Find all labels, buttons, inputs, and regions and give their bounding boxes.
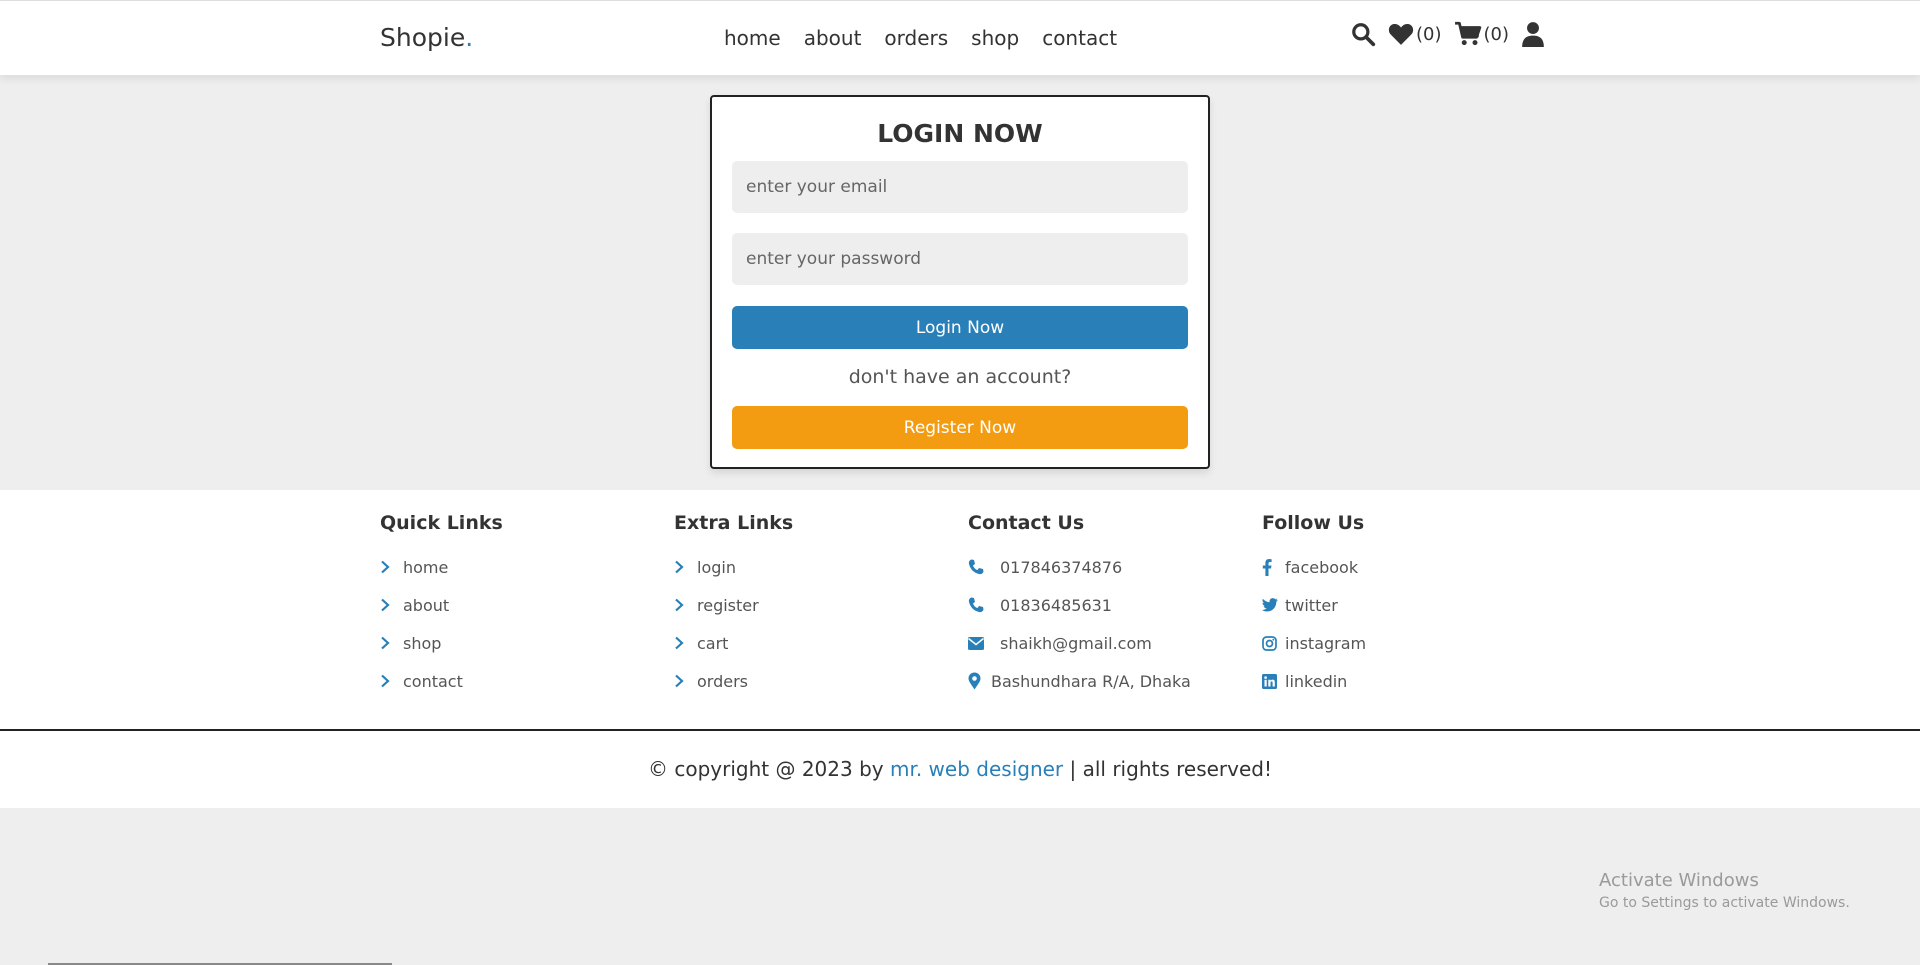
social-label: instagram xyxy=(1285,633,1367,653)
envelope-icon xyxy=(968,636,1000,650)
contact-phone-1[interactable]: 017846374876 xyxy=(968,548,1248,586)
search-icon xyxy=(1352,23,1376,47)
extra-links: Extra Links login register cart orders xyxy=(674,512,954,700)
extra-links-title: Extra Links xyxy=(674,512,794,534)
cart-count: (0) xyxy=(1483,23,1510,45)
contact-phone-text: 01836485631 xyxy=(1000,595,1112,615)
instagram-icon xyxy=(1262,635,1285,651)
register-button[interactable]: Register Now xyxy=(732,406,1188,449)
chevron-right-icon xyxy=(674,636,697,650)
footer-link-label: orders xyxy=(697,671,748,691)
cart-button[interactable]: (0) xyxy=(1454,21,1510,47)
footer-link-label: home xyxy=(403,557,449,577)
wishlist-button[interactable]: (0) xyxy=(1388,22,1442,46)
user-button[interactable] xyxy=(1521,21,1545,47)
social-instagram[interactable]: instagram xyxy=(1262,624,1542,662)
copyright-author-link[interactable]: mr. web designer xyxy=(890,757,1063,781)
header: Shopie. home about orders shop contact (… xyxy=(0,0,1920,75)
social-label: twitter xyxy=(1285,595,1338,615)
contact-phone-2[interactable]: 01836485631 xyxy=(968,586,1248,624)
logo[interactable]: Shopie. xyxy=(380,23,473,52)
footer-link-about[interactable]: about xyxy=(380,586,660,624)
phone-icon xyxy=(968,597,1000,613)
follow-us: Follow Us facebook twitter instagram lin… xyxy=(1262,512,1542,700)
chevron-right-icon xyxy=(674,560,697,574)
footer-link-label: login xyxy=(697,557,736,577)
watermark-title: Activate Windows xyxy=(1599,870,1759,891)
footer-link-label: about xyxy=(403,595,450,615)
footer-link-cart[interactable]: cart xyxy=(674,624,954,662)
social-label: linkedin xyxy=(1285,671,1348,691)
login-button[interactable]: Login Now xyxy=(732,306,1188,349)
chevron-right-icon xyxy=(380,560,403,574)
footer-link-contact[interactable]: contact xyxy=(380,662,660,700)
chevron-right-icon xyxy=(380,598,403,612)
twitter-icon xyxy=(1262,598,1285,612)
main-nav: home about orders shop contact xyxy=(724,26,1117,50)
login-form: LOGIN NOW Login Now don't have an accoun… xyxy=(710,95,1210,469)
contact-email[interactable]: shaikh@gmail.com xyxy=(968,624,1248,662)
footer-link-home[interactable]: home xyxy=(380,548,660,586)
watermark-subtitle: Go to Settings to activate Windows. xyxy=(1599,895,1850,911)
linkedin-icon xyxy=(1262,673,1285,689)
nav-shop[interactable]: shop xyxy=(971,26,1019,50)
social-facebook[interactable]: facebook xyxy=(1262,548,1542,586)
chevron-right-icon xyxy=(380,674,403,688)
nav-home[interactable]: home xyxy=(724,26,781,50)
logo-dot: . xyxy=(465,23,474,52)
contact-us: Contact Us 017846374876 01836485631 shai… xyxy=(968,512,1248,700)
footer-link-orders[interactable]: orders xyxy=(674,662,954,700)
email-field[interactable] xyxy=(732,161,1188,213)
heart-icon xyxy=(1388,23,1414,45)
chevron-right-icon xyxy=(674,674,697,688)
no-account-text: don't have an account? xyxy=(848,366,1072,388)
password-field[interactable] xyxy=(732,233,1188,285)
nav-about[interactable]: about xyxy=(804,26,862,50)
social-linkedin[interactable]: linkedin xyxy=(1262,662,1542,700)
wishlist-count: (0) xyxy=(1416,23,1442,45)
footer-link-label: shop xyxy=(403,633,442,653)
contact-address-text: Bashundhara R/A, Dhaka xyxy=(991,671,1191,691)
nav-orders[interactable]: orders xyxy=(884,26,948,50)
login-title: LOGIN NOW xyxy=(877,119,1043,148)
facebook-icon xyxy=(1262,558,1285,576)
user-icon xyxy=(1522,22,1544,47)
copyright-prefix: © copyright @ 2023 by xyxy=(647,757,884,781)
phone-icon xyxy=(968,559,1000,575)
map-marker-icon xyxy=(968,672,991,690)
footer-link-register[interactable]: register xyxy=(674,586,954,624)
contact-address[interactable]: Bashundhara R/A, Dhaka xyxy=(968,662,1248,700)
footer-link-login[interactable]: login xyxy=(674,548,954,586)
contact-title: Contact Us xyxy=(968,512,1085,534)
footer-link-label: register xyxy=(697,595,759,615)
logo-text: Shopie xyxy=(380,23,466,52)
footer: Quick Links home about shop contact Extr… xyxy=(0,490,1920,808)
cart-icon xyxy=(1454,21,1481,46)
copyright: © copyright @ 2023 by mr. web designer |… xyxy=(0,757,1920,781)
footer-divider xyxy=(0,729,1920,731)
chevron-right-icon xyxy=(674,598,697,612)
chevron-right-icon xyxy=(380,636,403,650)
footer-link-label: cart xyxy=(697,633,729,653)
quick-links: Quick Links home about shop contact xyxy=(380,512,660,700)
footer-link-shop[interactable]: shop xyxy=(380,624,660,662)
copyright-suffix: | all rights reserved! xyxy=(1069,757,1272,781)
nav-contact[interactable]: contact xyxy=(1042,26,1117,50)
follow-title: Follow Us xyxy=(1262,512,1365,534)
footer-link-label: contact xyxy=(403,671,463,691)
contact-email-text: shaikh@gmail.com xyxy=(1000,633,1152,653)
search-button[interactable] xyxy=(1350,21,1376,47)
social-twitter[interactable]: twitter xyxy=(1262,586,1542,624)
contact-phone-text: 017846374876 xyxy=(1000,557,1123,577)
social-label: facebook xyxy=(1285,557,1359,577)
activate-windows-watermark: Activate Windows Go to Settings to activ… xyxy=(1599,870,1850,911)
quick-links-title: Quick Links xyxy=(380,512,503,534)
header-icons: (0) (0) xyxy=(1350,21,1545,47)
